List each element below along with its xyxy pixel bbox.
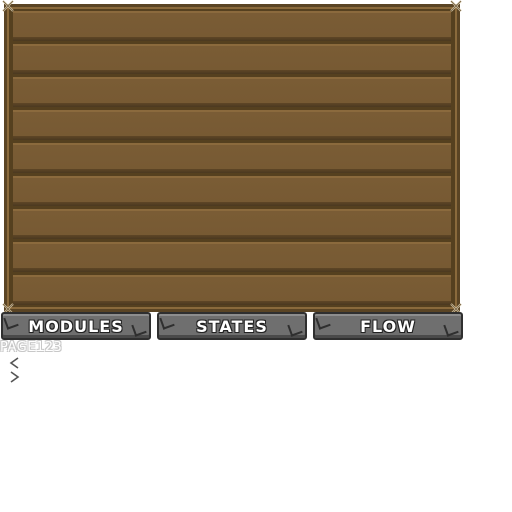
wood-board-panel [4, 4, 460, 312]
wood-plank [13, 242, 451, 272]
tab-modules[interactable]: MODULES [1, 312, 151, 340]
chevron-right-icon[interactable] [6, 368, 22, 383]
wood-plank [13, 44, 451, 74]
chevron-left-icon[interactable] [6, 354, 22, 369]
tab-flow[interactable]: FLOW [313, 312, 463, 340]
tab-modules-label: MODULES [28, 317, 124, 336]
wood-plank [13, 110, 451, 140]
wood-plank [13, 143, 451, 173]
page-indicator: PAGE123 [0, 340, 63, 355]
tab-states[interactable]: STATES [157, 312, 307, 340]
tab-flow-label: FLOW [360, 317, 416, 336]
plank-rows [13, 11, 451, 305]
wood-plank [13, 275, 451, 305]
corner-rivet-icon [1, 0, 15, 13]
wood-plank [13, 77, 451, 107]
corner-rivet-icon [449, 0, 463, 13]
tab-states-label: STATES [196, 317, 268, 336]
wood-plank [13, 176, 451, 206]
wood-plank [13, 209, 451, 239]
wood-plank [13, 11, 451, 41]
